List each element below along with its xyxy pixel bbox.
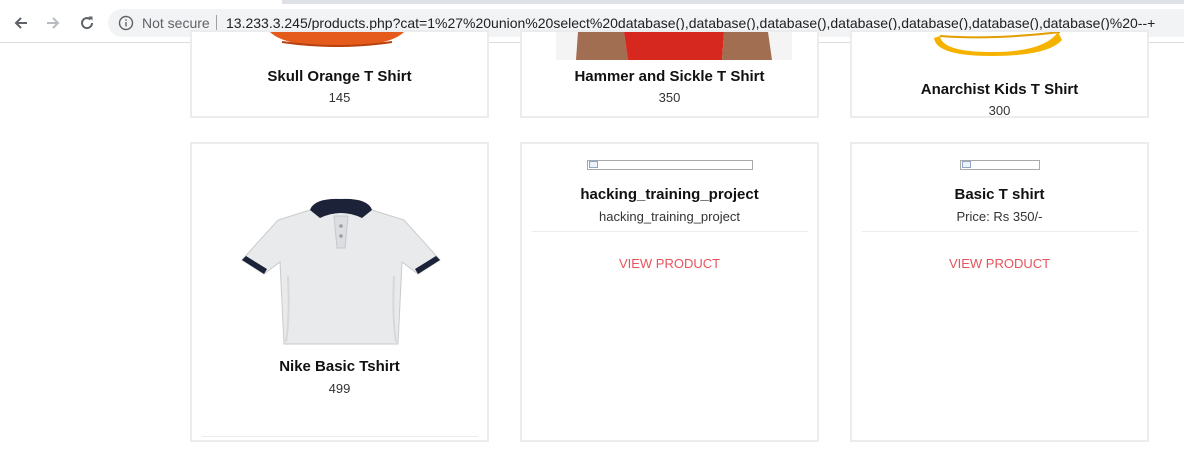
product-price: 145: [328, 90, 351, 105]
product-card: Basic T shirt Price: Rs 350/- VIEW PRODU…: [850, 142, 1149, 442]
product-card: hacking_training_project hacking_trainin…: [520, 142, 819, 442]
product-price: hacking_training_project: [599, 209, 740, 224]
broken-image-icon: [589, 161, 598, 168]
back-button[interactable]: [6, 4, 36, 42]
broken-image[interactable]: [587, 160, 753, 170]
product-title[interactable]: Basic T shirt: [852, 186, 1147, 203]
product-title[interactable]: Anarchist Kids T Shirt: [852, 81, 1147, 98]
product-price: 350: [658, 90, 681, 105]
product-card: Skull Orange T Shirt 145: [190, 30, 489, 118]
divider: [862, 231, 1138, 232]
product-title[interactable]: Skull Orange T Shirt: [192, 68, 487, 85]
broken-image-icon: [962, 161, 971, 168]
view-product-link[interactable]: VIEW PRODUCT: [852, 256, 1147, 271]
product-card: Hammer and Sickle T Shirt 350: [520, 30, 819, 118]
product-image[interactable]: [262, 32, 412, 50]
product-title[interactable]: Hammer and Sickle T Shirt: [522, 68, 817, 85]
info-icon[interactable]: [118, 15, 134, 31]
divider: [532, 231, 808, 232]
product-price: Price: Rs 350/-: [956, 209, 1043, 224]
product-price: 300: [988, 103, 1011, 118]
broken-image[interactable]: [960, 160, 1040, 170]
view-product-link[interactable]: VIEW PRODUCT: [522, 256, 817, 271]
security-label[interactable]: Not secure: [142, 15, 210, 31]
forward-button[interactable]: [38, 4, 68, 42]
product-title[interactable]: hacking_training_project: [522, 186, 817, 203]
product-price: 499: [328, 381, 351, 396]
reload-button[interactable]: [72, 4, 102, 42]
divider: [202, 436, 478, 437]
product-image[interactable]: [536, 32, 806, 62]
product-image[interactable]: [922, 32, 1082, 56]
product-title[interactable]: Nike Basic Tshirt: [192, 358, 487, 375]
polo-shirt-image[interactable]: [238, 196, 444, 348]
product-card: Nike Basic Tshirt 499: [190, 142, 489, 442]
product-card: Anarchist Kids T Shirt 300: [850, 30, 1149, 118]
reload-icon: [81, 16, 94, 30]
url-text[interactable]: 13.233.3.245/products.php?cat=1%27%20uni…: [226, 15, 1155, 31]
forward-arrow-icon: [47, 17, 60, 29]
back-arrow-icon: [14, 17, 27, 29]
